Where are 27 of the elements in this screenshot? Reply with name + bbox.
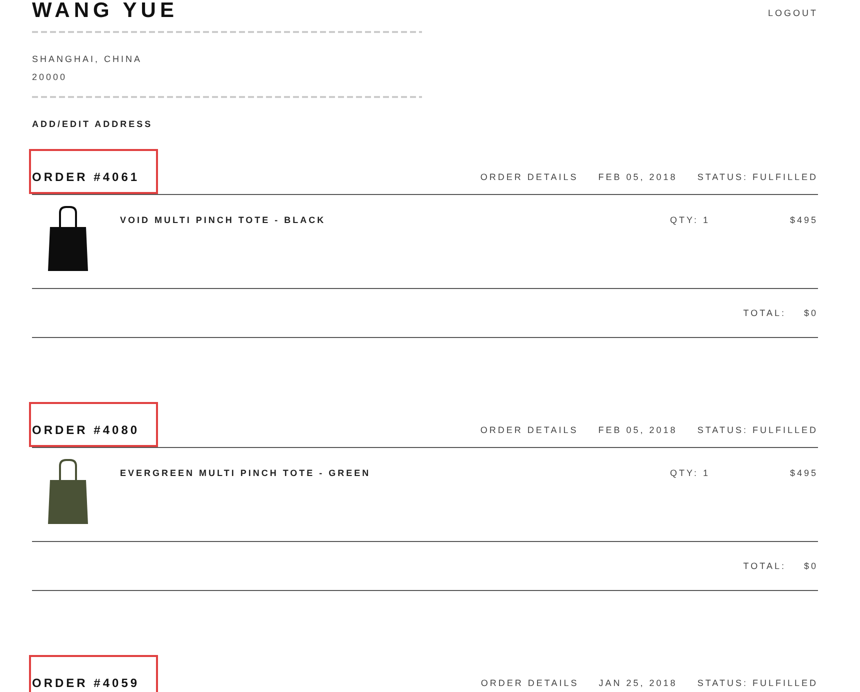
total-amount: $0	[804, 561, 818, 571]
order-details-link[interactable]: ORDER DETAILS	[480, 425, 578, 435]
order-details-link[interactable]: ORDER DETAILS	[480, 172, 578, 182]
total-amount: $0	[804, 308, 818, 318]
order-number: ORDER #4080	[32, 423, 140, 437]
product-name: VOID MULTI PINCH TOTE - BLACK	[120, 215, 326, 227]
total-label: TOTAL:	[743, 561, 786, 571]
total-label: TOTAL:	[743, 308, 786, 318]
order-status: STATUS: FULFILLED	[697, 425, 818, 435]
order-number: ORDER #4059	[32, 676, 140, 690]
order-date: FEB 05, 2018	[598, 425, 678, 435]
order-number: ORDER #4061	[32, 170, 140, 184]
order-details-link[interactable]: ORDER DETAILS	[480, 678, 579, 688]
order-date: JAN 25, 2018	[598, 678, 678, 688]
order-date: FEB 05, 2018	[598, 172, 678, 182]
address-line: SHANGHAI, CHINA	[32, 52, 144, 66]
customer-name: WANG YUE	[32, 0, 179, 22]
order-status: STATUS: FULFILLED	[697, 678, 818, 688]
price: $495	[790, 468, 818, 480]
add-edit-address-link[interactable]: ADD/EDIT ADDRESS	[32, 119, 153, 129]
quantity: QTY: 1	[670, 215, 711, 227]
logout-link[interactable]: LOGOUT	[768, 8, 818, 18]
quantity: QTY: 1	[670, 468, 711, 480]
price: $495	[790, 215, 818, 227]
order-status: STATUS: FULFILLED	[697, 172, 818, 182]
product-name: EVERGREEN MULTI PINCH TOTE - GREEN	[120, 468, 371, 480]
address-line: 20000	[32, 71, 68, 84]
